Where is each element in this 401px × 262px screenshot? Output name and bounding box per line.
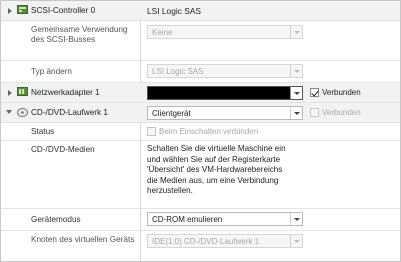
media-info-text: Schalten Sie die virtuelle Maschine ein … bbox=[147, 144, 319, 197]
expand-arrow-icon[interactable] bbox=[8, 90, 12, 96]
expand-arrow-icon[interactable] bbox=[8, 8, 12, 14]
bus-sharing-select[interactable]: Keine bbox=[147, 25, 303, 39]
chevron-down-icon bbox=[290, 107, 302, 119]
row-change-type: Typ ändern LSI Logic SAS bbox=[1, 61, 400, 83]
cdrom-connected-label: Verbunden bbox=[322, 108, 361, 117]
row-media: CD-/DVD-Medien Schalten Sie die virtuell… bbox=[1, 141, 400, 209]
chevron-down-icon bbox=[290, 26, 302, 38]
scsi-controller-label: SCSI-Controller 0 bbox=[31, 6, 96, 15]
media-info-line: herzustellen. bbox=[147, 186, 193, 196]
network-connected-label: Verbunden bbox=[322, 88, 361, 97]
device-mode-label: Gerätemodus bbox=[31, 215, 81, 224]
collapse-arrow-icon[interactable] bbox=[6, 110, 12, 114]
row-scsi-controller[interactable]: SCSI-Controller 0 LSI Logic SAS bbox=[1, 1, 400, 21]
change-type-value: LSI Logic SAS bbox=[152, 67, 204, 76]
device-mode-value: CD-ROM emulieren bbox=[152, 215, 223, 224]
row-cdrom[interactable]: CD-/DVD-Laufwerk 1 Clientgerät Verbunden bbox=[1, 103, 400, 123]
chevron-down-icon bbox=[290, 65, 302, 77]
change-type-label: Typ ändern bbox=[31, 67, 72, 76]
media-info-line: die Medien aus, um eine Verbindung bbox=[147, 175, 279, 185]
media-info-line: und wählen Sie auf der Registerkarte bbox=[147, 154, 281, 164]
bus-sharing-label: Gemeinsame Verwendung des SCSI-Busses bbox=[31, 25, 128, 44]
cdrom-device-select[interactable]: Clientgerät bbox=[147, 106, 303, 120]
virtual-node-label: Knoten des virtuellen Geräts bbox=[31, 235, 135, 244]
media-label: CD-/DVD-Medien bbox=[31, 145, 95, 154]
change-type-select[interactable]: LSI Logic SAS bbox=[147, 64, 303, 78]
vm-hardware-settings-panel: SCSI-Controller 0 LSI Logic SAS Gemeinsa… bbox=[0, 0, 401, 262]
scsi-controller-icon bbox=[17, 5, 28, 14]
cdrom-label: CD-/DVD-Laufwerk 1 bbox=[31, 108, 108, 117]
cdrom-connected-checkbox[interactable] bbox=[310, 108, 319, 117]
network-select[interactable] bbox=[147, 86, 303, 100]
device-mode-select[interactable]: CD-ROM emulieren bbox=[147, 212, 303, 226]
scsi-controller-value: LSI Logic SAS bbox=[147, 6, 202, 16]
cdrom-device-value: Clientgerät bbox=[152, 109, 191, 118]
row-device-mode: Gerätemodus CD-ROM emulieren bbox=[1, 209, 400, 231]
power-on-connect-label: Beim Einschalten verbinden bbox=[159, 127, 259, 136]
network-connected-checkbox[interactable] bbox=[310, 88, 319, 97]
power-on-connect-checkbox[interactable] bbox=[147, 127, 156, 136]
network-adapter-label: Netzwerkadapter 1 bbox=[31, 88, 100, 97]
bus-sharing-value: Keine bbox=[152, 28, 173, 37]
row-status: Status Beim Einschalten verbinden bbox=[1, 123, 400, 141]
chevron-down-icon bbox=[290, 235, 302, 247]
network-adapter-icon bbox=[17, 87, 28, 96]
chevron-down-icon bbox=[290, 213, 302, 225]
chevron-down-icon bbox=[290, 87, 302, 99]
row-network-adapter[interactable]: Netzwerkadapter 1 Verbunden bbox=[1, 83, 400, 103]
row-bus-sharing: Gemeinsame Verwendung des SCSI-Busses Ke… bbox=[1, 21, 400, 61]
cd-dvd-icon bbox=[17, 108, 28, 117]
virtual-node-select[interactable]: IDE(1:0) CD-/DVD-Laufwerk 1 bbox=[147, 234, 303, 248]
row-virtual-node: Knoten des virtuellen Geräts IDE(1:0) CD… bbox=[1, 231, 400, 262]
media-info-line: 'Übersicht' des VM-Hardwarebereichs bbox=[147, 165, 283, 175]
virtual-node-value: IDE(1:0) CD-/DVD-Laufwerk 1 bbox=[152, 237, 260, 246]
media-info-line: Schalten Sie die virtuelle Maschine ein bbox=[147, 144, 286, 153]
status-label: Status bbox=[31, 127, 55, 136]
